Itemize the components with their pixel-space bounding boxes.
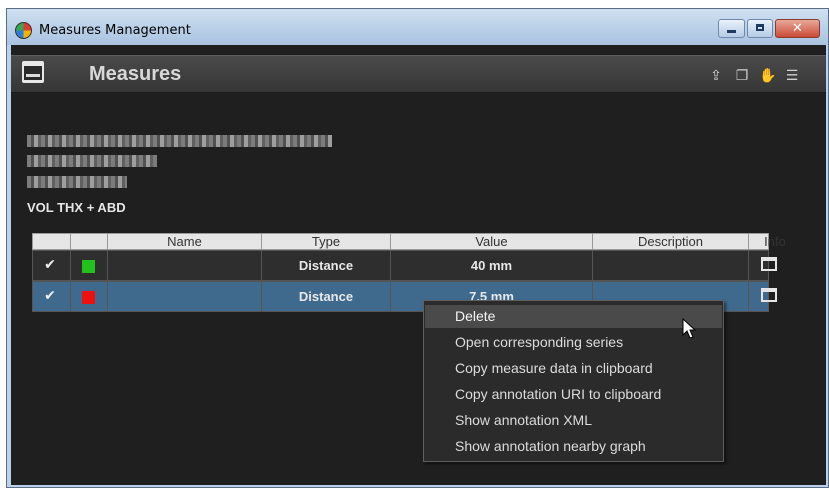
maximize-icon	[756, 24, 764, 31]
column-header-color[interactable]	[70, 234, 107, 249]
row-color-cell[interactable]	[70, 251, 107, 280]
row-name[interactable]	[107, 282, 261, 311]
column-header-value[interactable]: Value	[390, 234, 592, 249]
panel-header: Measures ⇪ ❐ ✋ ☰	[11, 55, 826, 93]
row-description[interactable]	[592, 251, 748, 280]
title-bar[interactable]: Measures Management ✕	[7, 9, 828, 45]
redacted-date-info	[27, 176, 127, 188]
column-header-check[interactable]	[33, 234, 70, 249]
menu-item-copy-annotation-uri[interactable]: Copy annotation URI to clipboard	[425, 383, 722, 406]
minimize-icon	[727, 30, 736, 33]
context-menu: Delete Open corresponding series Copy me…	[423, 300, 724, 462]
column-header-info[interactable]: Info	[748, 234, 801, 249]
database-icon[interactable]: ☰	[784, 68, 800, 84]
column-header-description[interactable]: Description	[592, 234, 748, 249]
menu-item-delete[interactable]: Delete	[425, 305, 722, 328]
info-window-icon[interactable]	[761, 288, 777, 302]
app-logo-icon	[15, 22, 32, 39]
row-value[interactable]: 40 mm	[390, 251, 592, 280]
menu-item-show-annotation-nearby-graph[interactable]: Show annotation nearby graph	[425, 435, 722, 458]
column-header-type[interactable]: Type	[261, 234, 390, 249]
measures-window-icon	[22, 61, 44, 83]
row-checkbox[interactable]: ✔	[33, 282, 70, 311]
redacted-patient-info	[27, 135, 332, 147]
color-swatch	[82, 291, 95, 304]
column-header-name[interactable]: Name	[107, 234, 261, 249]
row-info-cell[interactable]	[748, 251, 801, 280]
table-header: Name Type Value Description Info	[32, 233, 786, 250]
row-name[interactable]	[107, 251, 261, 280]
hand-icon[interactable]: ✋	[759, 68, 776, 84]
checkmark-icon: ✔	[44, 288, 56, 304]
row-info-cell[interactable]	[748, 282, 801, 311]
maximize-button[interactable]	[747, 19, 773, 38]
minimize-button[interactable]	[718, 19, 745, 38]
color-swatch	[82, 260, 95, 273]
menu-item-open-corresponding-series[interactable]: Open corresponding series	[425, 331, 722, 354]
mouse-cursor-icon	[682, 318, 697, 339]
copy-icon[interactable]: ❐	[734, 68, 750, 84]
row-type[interactable]: Distance	[261, 282, 390, 311]
redacted-study-info	[27, 155, 157, 167]
table-row[interactable]: ✔ Distance 40 mm	[32, 250, 777, 281]
close-icon: ✕	[792, 21, 803, 36]
series-label: VOL THX + ABD	[27, 200, 126, 215]
menu-item-show-annotation-xml[interactable]: Show annotation XML	[425, 409, 722, 432]
page-title: Measures	[89, 63, 182, 85]
export-icon[interactable]: ⇪	[708, 68, 724, 84]
info-window-icon[interactable]	[761, 257, 777, 271]
close-button[interactable]: ✕	[775, 19, 820, 38]
checkmark-icon: ✔	[44, 257, 56, 273]
row-color-cell[interactable]	[70, 282, 107, 311]
row-type[interactable]: Distance	[261, 251, 390, 280]
window-title: Measures Management	[39, 23, 191, 38]
menu-item-copy-measure-data[interactable]: Copy measure data in clipboard	[425, 357, 722, 380]
row-checkbox[interactable]: ✔	[33, 251, 70, 280]
